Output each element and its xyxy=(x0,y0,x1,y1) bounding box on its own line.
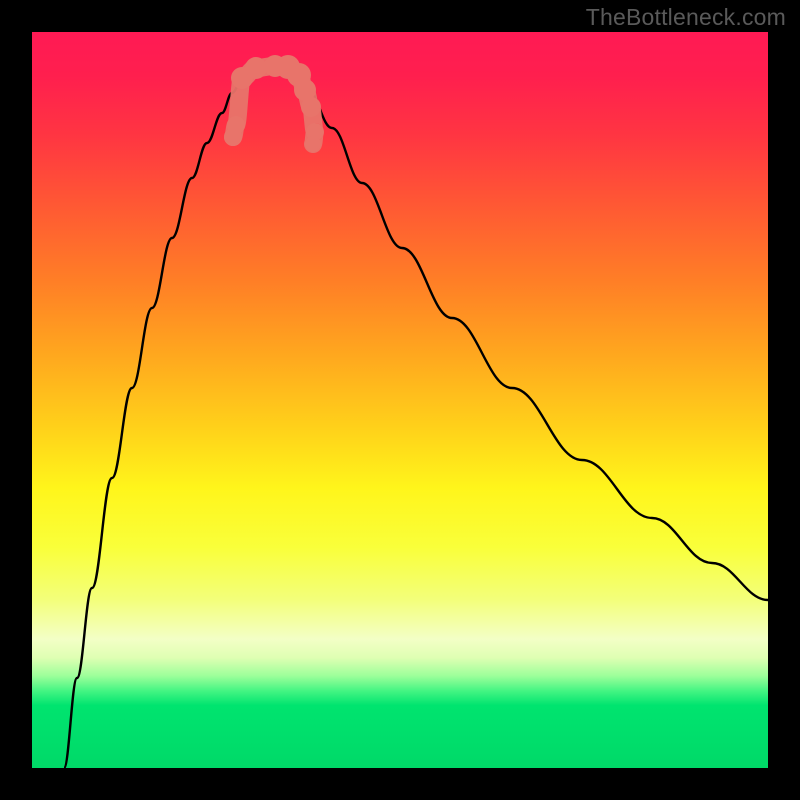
curve-left-branch xyxy=(64,70,250,768)
plot-area xyxy=(32,32,768,768)
curve-right-branch xyxy=(292,70,768,600)
valley-point-8 xyxy=(301,97,321,117)
chart-frame: TheBottleneck.com xyxy=(0,0,800,800)
valley-point-10 xyxy=(305,136,321,152)
watermark-text: TheBottleneck.com xyxy=(586,4,786,31)
valley-point-1 xyxy=(227,116,245,134)
curves-svg xyxy=(32,32,768,768)
valley-point-3 xyxy=(245,57,267,79)
